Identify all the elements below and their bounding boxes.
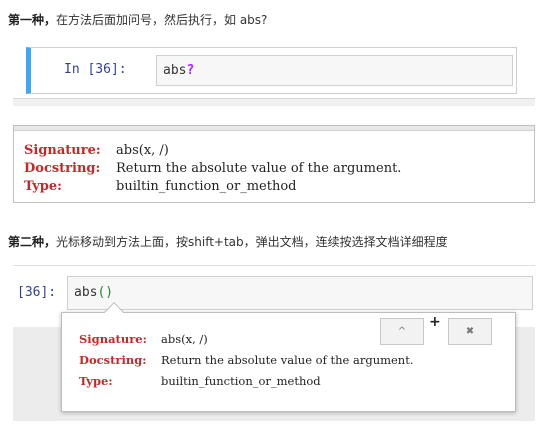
tooltip-row-signature: Signature: abs(x, /) [79,329,414,350]
code-input[interactable]: abs? [156,55,513,86]
instruction-label-2: 第二种， [8,235,57,249]
tooltip-row-type: Type: builtin_function_or_method [79,371,414,392]
code-function-2: abs [74,285,98,300]
docstring-tooltip: ^ + ✖ Signature: abs(x, /) Docstring: Retu… [61,302,516,412]
notebook-cell-1: In [36]: abs? [13,44,535,106]
pager-row-type: Type: builtin_function_or_method [24,178,401,196]
instruction-text-2: 第二种，光标移动到方法上面，按shift+tab，弹出文档，连续按选择文档详细程… [8,234,448,250]
signature-value: abs(x, /) [116,143,169,158]
tooltip-type-value: builtin_function_or_method [161,374,321,388]
tooltip-docstring-label: Docstring: [79,353,147,367]
pager-content: Signature: abs(x, /) Docstring: Return the… [24,142,401,196]
instruction-label-1: 第一种， [8,13,57,27]
code-text-2: abs() [74,285,113,300]
cell-prompt-2: [36]: [17,285,57,300]
tooltip-signature-label: Signature: [79,332,147,346]
docstring-value: Return the absolute value of the argumen… [116,161,402,176]
pager-row-docstring: Docstring: Return the absolute value of t… [24,160,401,178]
cell-prompt: In [36]: [64,62,127,77]
close-tooltip-button[interactable]: ✖ [448,318,492,345]
help-question-mark: ? [186,63,195,78]
docstring-label: Docstring: [24,161,101,176]
matched-parens: () [97,285,114,300]
help-pager: Signature: abs(x, /) Docstring: Return the… [13,125,535,203]
instruction-body-1: 在方法后面加问号，然后执行，如 abs? [56,13,268,27]
code-text: abs? [163,63,194,78]
notebook-cell-2: [36]: abs() ^ + ✖ Signature: abs(x, /) Do… [13,265,535,421]
pager-resize-bar[interactable] [14,126,534,131]
tooltip-type-label: Type: [79,374,113,388]
close-icon: ✖ [465,326,475,337]
tooltip-signature-value: abs(x, /) [161,332,208,346]
cell-divider [13,98,535,106]
code-function: abs [163,63,187,78]
pager-row-signature: Signature: abs(x, /) [24,142,401,160]
instruction-text-1: 第一种，在方法后面加问号，然后执行，如 abs? [8,12,267,28]
plus-icon: + [429,314,441,330]
tooltip-docstring-value: Return the absolute value of the argumen… [161,353,414,367]
code-input-2[interactable]: abs() [67,276,533,310]
selected-cell[interactable]: In [36]: abs? [26,47,517,94]
type-value: builtin_function_or_method [116,179,297,194]
instruction-body-2: 光标移动到方法上面，按shift+tab，弹出文档，连续按选择文档详细程度 [56,235,448,249]
tooltip-content: Signature: abs(x, /) Docstring: Return the… [79,329,414,392]
tooltip-row-docstring: Docstring: Return the absolute value of t… [79,350,414,371]
cell-top-border [13,265,535,266]
type-label: Type: [24,179,62,194]
signature-label: Signature: [24,143,101,158]
